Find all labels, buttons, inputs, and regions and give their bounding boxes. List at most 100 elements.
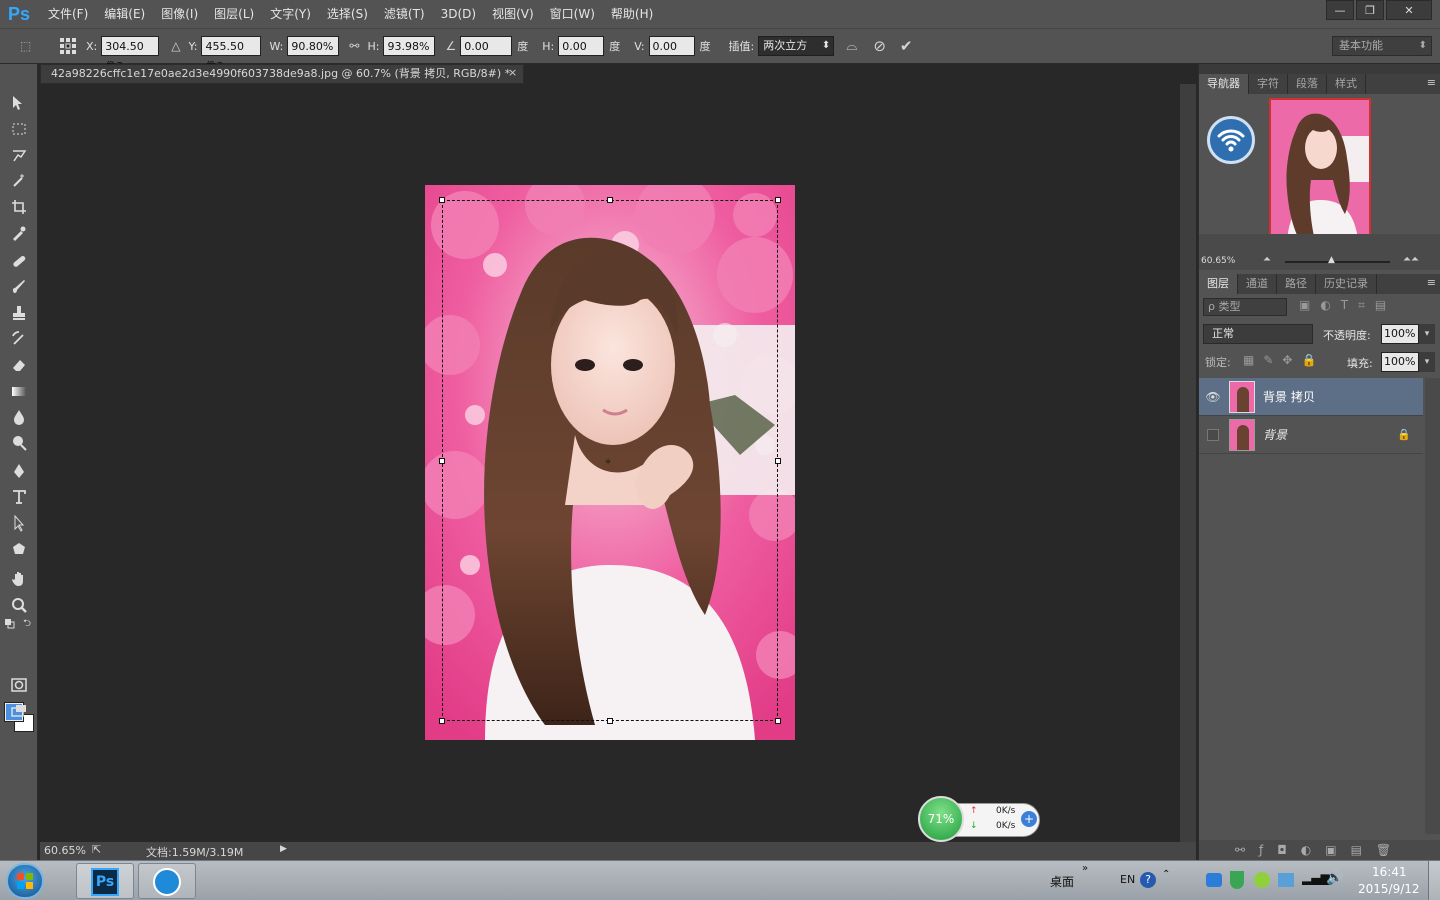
layers-panel-menu-icon[interactable]: ≡ [1427,276,1436,289]
eyedropper-tool-icon[interactable] [7,222,31,244]
status-menu-arrow-icon[interactable]: ▶ [280,844,287,854]
transform-handle-top-left[interactable] [439,197,445,203]
tray-monitor-icon[interactable] [1278,873,1294,887]
volume-icon[interactable]: 🔊 [1326,870,1343,886]
start-button[interactable] [6,863,44,899]
opacity-dropdown-icon[interactable]: ▾ [1419,324,1435,344]
link-icon[interactable]: ⚯ [349,39,359,53]
brush-tool-icon[interactable] [7,276,31,298]
angle-field[interactable]: 0.00 [460,36,513,56]
cancel-transform-icon[interactable]: ⊘ [873,37,886,55]
workspace-select[interactable]: 基本功能 [1332,36,1432,56]
desktop-toolbar-label[interactable]: 桌面 [1050,873,1074,890]
memory-usage-badge[interactable]: 71% [918,796,964,842]
x-field[interactable]: 304.50 像3 [101,36,160,73]
transform-handle-bottom-left[interactable] [439,718,445,724]
lock-icons[interactable]: ▦✎✥🔒 [1243,353,1325,367]
transform-handle-top-right[interactable] [775,197,781,203]
blend-mode-select[interactable]: 正常 [1203,324,1313,344]
layer-row[interactable]: 背景 🔒 [1199,416,1423,454]
zoom-tool-icon[interactable] [7,594,31,616]
fill-field[interactable]: 100% [1381,352,1419,372]
transform-handle-bottom[interactable] [607,718,613,724]
close-document-button[interactable]: × [508,66,517,79]
toolbar-expand-icon[interactable]: » [1082,863,1088,874]
blur-tool-icon[interactable] [7,406,31,428]
path-selection-tool-icon[interactable] [7,512,31,534]
tray-network-app-icon[interactable] [1206,873,1222,887]
tab-paragraph[interactable]: 段落 [1288,74,1327,94]
tray-security-icon[interactable] [1230,871,1244,889]
tab-history[interactable]: 历史记录 [1316,274,1377,294]
visibility-toggle-empty[interactable] [1207,428,1219,441]
hand-tool-icon[interactable] [7,568,31,590]
menu-help[interactable]: 帮助(H) [603,0,661,28]
quick-mask-icon[interactable] [7,674,31,696]
history-brush-tool-icon[interactable] [7,328,31,350]
tab-paths[interactable]: 路径 [1277,274,1316,294]
screen-mode-icon[interactable] [7,700,31,722]
network-speed-widget[interactable]: 71% ↑ ↓ 0K/s 0K/s + [918,796,1044,842]
layer-filter-select[interactable]: ρ 类型 [1203,298,1287,316]
taskbar-browser-button[interactable] [138,863,196,899]
canvas-vertical-scrollbar[interactable] [1180,84,1196,842]
fill-dropdown-icon[interactable]: ▾ [1419,352,1435,372]
tab-navigator[interactable]: 导航器 [1199,74,1249,94]
restore-button[interactable]: ❐ [1356,0,1384,20]
warp-mode-icon[interactable]: ⌓ [846,38,857,54]
crop-tool-icon[interactable] [7,196,31,218]
magic-wand-tool-icon[interactable] [7,170,31,192]
document-tab[interactable]: 42a98226cffc1e17e0ae2d3e4990f603738de9a8… [40,64,524,84]
show-hidden-icons-icon[interactable]: ⌃ [1162,869,1170,880]
status-zoom[interactable]: 60.65% [44,844,86,857]
menu-view[interactable]: 视图(V) [484,0,542,28]
layer-filter-icons[interactable]: ▣◐T⌗▤ [1299,298,1396,313]
taskbar-photoshop-button[interactable]: Ps [76,863,134,899]
layer-actions-bar[interactable]: ⚯ƒ◘◐▣▤🗑 [1199,840,1440,860]
zoom-out-icon[interactable]: ⏶ [1263,254,1271,265]
opacity-field[interactable]: 100% [1381,324,1419,344]
menu-layer[interactable]: 图层(L) [206,0,262,28]
language-indicator[interactable]: EN [1120,873,1135,886]
minimize-button[interactable]: — [1326,0,1354,20]
h-field[interactable]: 93.98% [383,36,436,56]
healing-brush-tool-icon[interactable] [7,250,31,272]
transform-center-icon[interactable]: ⌖ [605,455,611,469]
transform-handle-bottom-right[interactable] [775,718,781,724]
transform-handle-top[interactable] [607,197,613,203]
visibility-eye-icon[interactable]: 👁 [1199,390,1227,404]
menu-window[interactable]: 窗口(W) [542,0,603,28]
zoom-slider-handle[interactable]: ▲ [1328,255,1335,265]
clock-date[interactable]: 2015/9/12 [1358,882,1420,896]
tab-character[interactable]: 字符 [1249,74,1288,94]
menu-edit[interactable]: 编辑(E) [96,0,153,28]
add-icon[interactable]: + [1021,811,1037,827]
help-icon[interactable]: ? [1140,872,1156,888]
shape-tool-icon[interactable] [7,538,31,560]
commit-transform-icon[interactable]: ✔ [900,37,913,55]
zoom-slider-track[interactable] [1285,261,1390,263]
dodge-tool-icon[interactable] [7,432,31,454]
marquee-tool-icon[interactable] [7,118,31,140]
panel-menu-icon[interactable]: ≡ [1427,76,1436,89]
move-tool-icon[interactable] [7,92,31,114]
type-tool-icon[interactable] [7,486,31,508]
menu-select[interactable]: 选择(S) [319,0,376,28]
layer-name[interactable]: 背景 [1263,426,1287,443]
w-field[interactable]: 90.80% [287,36,340,56]
gradient-tool-icon[interactable] [7,380,31,402]
reference-point-grid-icon[interactable] [58,36,78,56]
transform-tool-icon[interactable]: ⬚ [20,39,40,53]
show-desktop-button[interactable] [1428,861,1440,900]
menu-file[interactable]: 文件(F) [40,0,96,28]
vskew-field[interactable]: 0.00 [648,36,695,56]
layer-row[interactable]: 👁 背景 拷贝 [1199,378,1423,416]
transform-handle-right[interactable] [775,458,781,464]
zoom-in-icon[interactable]: ⏶⏶ [1403,254,1419,265]
delta-icon[interactable]: △ [171,39,180,53]
tab-styles[interactable]: 样式 [1327,74,1366,94]
menu-3d[interactable]: 3D(D) [433,0,484,28]
pen-tool-icon[interactable] [7,460,31,482]
tray-app-icon[interactable] [1254,872,1270,888]
menu-image[interactable]: 图像(I) [153,0,206,28]
